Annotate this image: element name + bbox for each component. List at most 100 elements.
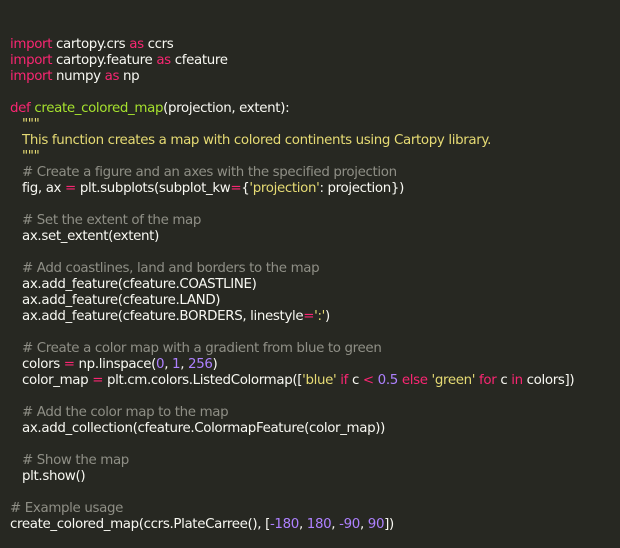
code-line-blank[interactable] [10, 437, 620, 453]
code-token: ax.add_collection(cfeature.ColormapFeatu… [22, 421, 385, 436]
code-line-blank[interactable] [10, 197, 620, 213]
code-line-blank[interactable] [10, 389, 620, 405]
code-token: colors [22, 357, 64, 372]
code-token: , [359, 517, 368, 532]
code-token: # Show the map [22, 453, 129, 468]
code-line[interactable]: ax.add_collection(cfeature.ColormapFeatu… [10, 421, 620, 437]
code-line[interactable]: """ [10, 149, 620, 165]
code-line[interactable]: """ [10, 117, 620, 133]
code-line[interactable]: plt.show() [10, 469, 620, 485]
code-token: -180 [269, 517, 299, 532]
code-line[interactable]: # Add coastlines, land and borders to th… [10, 261, 620, 277]
code-token: 'green' [431, 373, 476, 388]
code-token: cfeature [170, 53, 228, 68]
code-token: ax.add_feature(cfeature.BORDERS, linesty… [22, 309, 304, 324]
code-line[interactable]: # Example usage [10, 501, 620, 517]
code-line[interactable]: ax.add_feature(cfeature.LAND) [10, 293, 620, 309]
code-token: # Add coastlines, land and borders to th… [22, 261, 320, 276]
code-line-blank[interactable] [10, 485, 620, 501]
code-token: if [340, 373, 349, 388]
code-token: c [496, 373, 512, 388]
code-token: # Set the extent of the map [22, 213, 202, 228]
code-token: numpy [52, 69, 105, 84]
code-token: color_map [22, 373, 93, 388]
code-line[interactable]: # Set the extent of the map [10, 213, 620, 229]
code-token: = [63, 357, 75, 372]
code-token: 180 [306, 517, 332, 532]
code-line[interactable]: import cartopy.feature as cfeature [10, 53, 620, 69]
code-token: plt.subplots(subplot_kw [75, 181, 231, 196]
code-token: 1 [172, 357, 181, 372]
code-line[interactable]: import numpy as np [10, 69, 620, 85]
code-line[interactable]: def create_colored_map(projection, exten… [10, 101, 620, 117]
code-line-blank[interactable] [10, 325, 620, 341]
code-line-blank[interactable] [10, 85, 620, 101]
code-token: ]) [384, 517, 394, 532]
code-line[interactable]: ax.add_feature(cfeature.BORDERS, linesty… [10, 309, 620, 325]
code-token: def [10, 101, 31, 116]
code-line[interactable]: import cartopy.crs as ccrs [10, 37, 620, 53]
code-token: 90 [367, 517, 385, 532]
code-token: 'blue' [302, 373, 337, 388]
code-token: = [92, 373, 104, 388]
code-token: # Example usage [10, 501, 123, 516]
code-token: 256 [188, 357, 213, 372]
code-token: , [180, 357, 189, 372]
code-line[interactable]: ax.set_extent(extent) [10, 229, 620, 245]
code-token: < [362, 373, 374, 388]
code-line[interactable]: This function creates a map with colored… [10, 133, 620, 149]
code-token: # Create a figure and an axes with the s… [22, 165, 397, 180]
code-token: colors]) [522, 373, 575, 388]
code-token: """ [22, 117, 40, 132]
code-token: = [230, 181, 242, 196]
code-line[interactable]: # Create a figure and an axes with the s… [10, 165, 620, 181]
code-token: ':' [314, 309, 325, 324]
code-line[interactable]: # Add the color map to the map [10, 405, 620, 421]
code-token: ax.set_extent(extent) [22, 229, 159, 244]
code-token: This function creates a map with colored… [22, 133, 491, 148]
code-token: # Add the color map to the map [22, 405, 229, 420]
code-token: plt.show() [22, 469, 86, 484]
code-token: c [348, 373, 363, 388]
code-token: create_colored_map(ccrs.PlateCarree(), [ [10, 517, 270, 532]
code-token: """ [22, 149, 40, 164]
code-token: cartopy.crs [52, 37, 130, 52]
code-token: cartopy.feature [52, 53, 157, 68]
code-token: ccrs [143, 37, 174, 52]
code-line[interactable]: fig, ax = plt.subplots(subplot_kw={'proj… [10, 181, 620, 197]
code-token: # Create a color map with a gradient fro… [22, 341, 382, 356]
code-token: as [129, 37, 144, 52]
code-line-blank[interactable] [10, 245, 620, 261]
code-token: ) [212, 357, 218, 372]
code-line[interactable]: colors = np.linspace(0, 1, 256) [10, 357, 620, 373]
code-line[interactable]: # Create a color map with a gradient fro… [10, 341, 620, 357]
code-token: fig, ax [22, 181, 66, 196]
code-editor[interactable]: import cartopy.crs as ccrs import cartopy… [0, 0, 620, 532]
code-token: = [65, 181, 76, 196]
code-token: plt.cm.colors.ListedColormap([ [103, 373, 303, 388]
code-lines: import cartopy.crs as ccrs import cartopy… [10, 37, 620, 533]
code-token: , [298, 517, 307, 532]
code-token: ax.add_feature(cfeature.COASTLINE) [22, 277, 257, 292]
code-token: -90 [339, 517, 360, 532]
code-token: , [164, 357, 173, 372]
code-token: : projection}) [319, 181, 404, 196]
code-token: ax.add_feature(cfeature.LAND) [22, 293, 221, 308]
code-token: (projection, extent): [163, 101, 290, 116]
code-token: 'projection' [249, 181, 320, 196]
code-token: else [401, 373, 428, 388]
code-line[interactable]: create_colored_map(ccrs.PlateCarree(), [… [10, 517, 620, 533]
code-token: np [119, 69, 140, 84]
code-line[interactable]: # Show the map [10, 453, 620, 469]
code-token: ) [324, 309, 330, 324]
code-line[interactable]: color_map = plt.cm.colors.ListedColormap… [10, 373, 620, 389]
code-token: import [10, 69, 53, 84]
code-line[interactable]: ax.add_feature(cfeature.COASTLINE) [10, 277, 620, 293]
code-token: import [10, 37, 53, 52]
code-token: for [479, 373, 497, 388]
code-token: import [10, 53, 53, 68]
code-token: 0 [156, 357, 165, 372]
code-token: 0.5 [377, 373, 399, 388]
code-token: np.linspace( [74, 357, 157, 372]
code-token: as [104, 69, 120, 84]
